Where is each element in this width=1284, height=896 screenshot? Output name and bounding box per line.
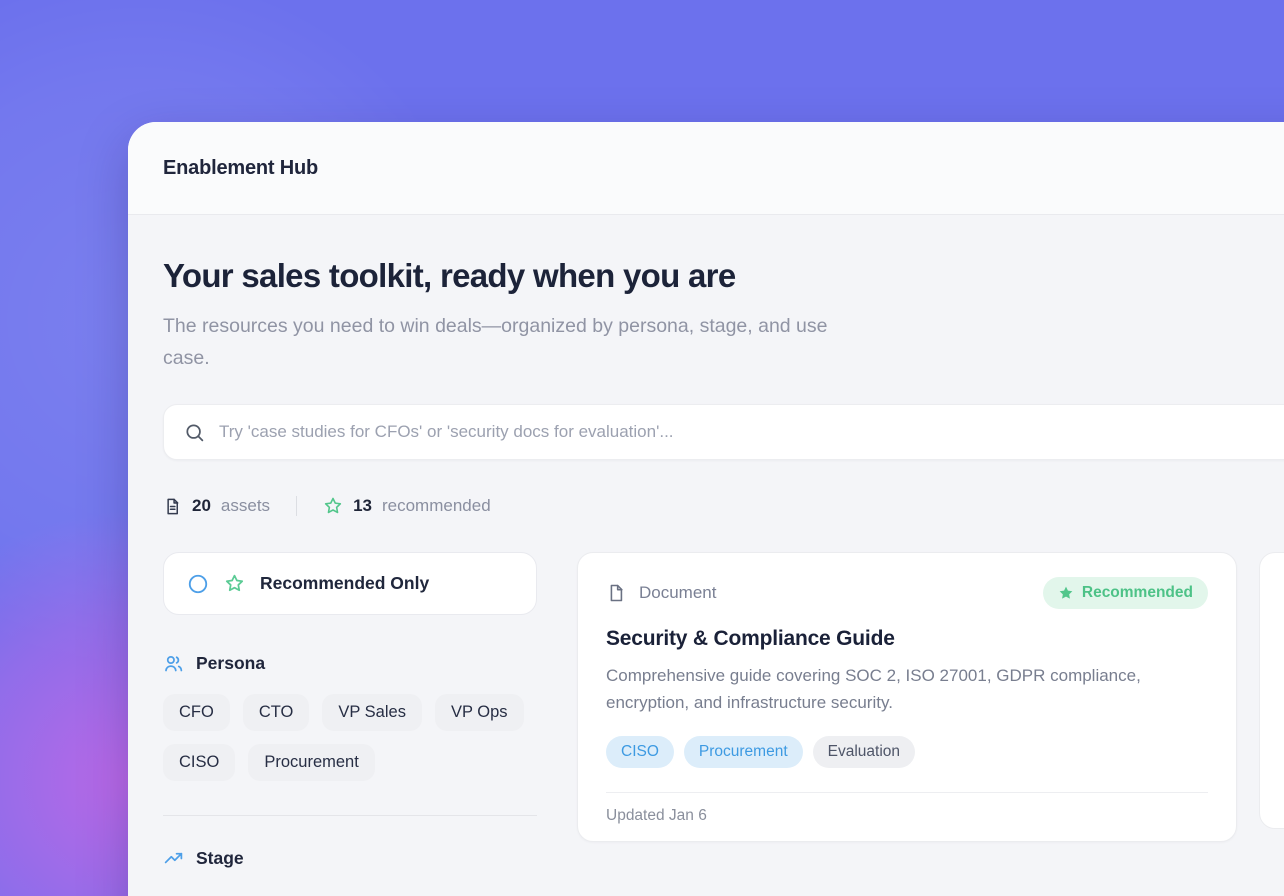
persona-chip-procurement[interactable]: Procurement — [248, 744, 374, 781]
enablement-hub-window: Enablement Hub Your sales toolkit, ready… — [128, 122, 1284, 896]
stage-section-header: Stage — [163, 848, 537, 869]
filters-sidebar: Recommended Only Persona CFO CTO — [163, 552, 537, 869]
trending-up-icon — [163, 848, 184, 869]
asset-description: Comprehensive guide covering SOC 2, ISO … — [606, 663, 1171, 716]
asset-card-footer: Updated Jan 6 — [606, 792, 1208, 841]
file-icon — [606, 583, 626, 603]
stats-row: 20 assets 13 recommended — [163, 496, 1284, 516]
asset-card-security-compliance[interactable]: Document Recommended Security & Complian… — [577, 552, 1237, 842]
search-icon — [184, 422, 205, 443]
asset-tags: CISO Procurement Evaluation — [606, 736, 1208, 768]
asset-tag-procurement: Procurement — [684, 736, 803, 768]
radio-circle-icon — [187, 573, 209, 595]
stage-title: Stage — [196, 848, 244, 869]
recommended-stat: 13 recommended — [323, 496, 491, 516]
search-bar[interactable] — [163, 404, 1284, 460]
recommended-label: recommended — [382, 496, 491, 516]
star-icon — [323, 496, 343, 516]
asset-updated-label: Updated Jan 6 — [606, 807, 707, 824]
recommended-only-label: Recommended Only — [260, 573, 429, 594]
stats-divider — [296, 496, 297, 516]
persona-chip-cfo[interactable]: CFO — [163, 694, 230, 731]
persona-section-header: Persona — [163, 653, 537, 674]
app-body: Your sales toolkit, ready when you are T… — [128, 215, 1284, 869]
sidebar-divider — [163, 815, 537, 816]
persona-chip-vp-sales[interactable]: VP Sales — [322, 694, 422, 731]
assets-label: assets — [221, 496, 270, 516]
document-icon — [163, 497, 182, 516]
persona-chip-cto[interactable]: CTO — [243, 694, 310, 731]
persona-chip-ciso[interactable]: CISO — [163, 744, 235, 781]
assets-count: 20 — [192, 496, 211, 516]
asset-type-label: Document — [639, 583, 716, 603]
content-row: Recommended Only Persona CFO CTO — [163, 552, 1284, 869]
star-filled-icon — [1058, 585, 1074, 601]
persona-title: Persona — [196, 653, 265, 674]
app-title: Enablement Hub — [163, 157, 318, 180]
asset-tag-ciso: CISO — [606, 736, 674, 768]
asset-title: Security & Compliance Guide — [606, 627, 1208, 651]
asset-tag-evaluation: Evaluation — [813, 736, 915, 768]
recommended-count: 13 — [353, 496, 372, 516]
page-title: Your sales toolkit, ready when you are — [163, 257, 1284, 295]
assets-stat: 20 assets — [163, 496, 270, 516]
persona-chips: CFO CTO VP Sales VP Ops CISO Procurement — [163, 694, 537, 781]
users-icon — [163, 653, 184, 674]
recommended-badge-label: Recommended — [1082, 584, 1193, 602]
asset-card-header: Document Recommended — [606, 577, 1208, 609]
recommended-only-toggle[interactable]: Recommended Only — [163, 552, 537, 615]
persona-chip-vp-ops[interactable]: VP Ops — [435, 694, 524, 731]
page-background: Enablement Hub Your sales toolkit, ready… — [0, 0, 1284, 896]
recommended-badge: Recommended — [1043, 577, 1208, 609]
next-asset-card[interactable] — [1259, 552, 1284, 829]
star-icon — [224, 573, 245, 594]
page-subtitle: The resources you need to win deals—orga… — [163, 311, 868, 374]
search-input[interactable] — [219, 422, 1284, 442]
app-header: Enablement Hub — [128, 122, 1284, 215]
